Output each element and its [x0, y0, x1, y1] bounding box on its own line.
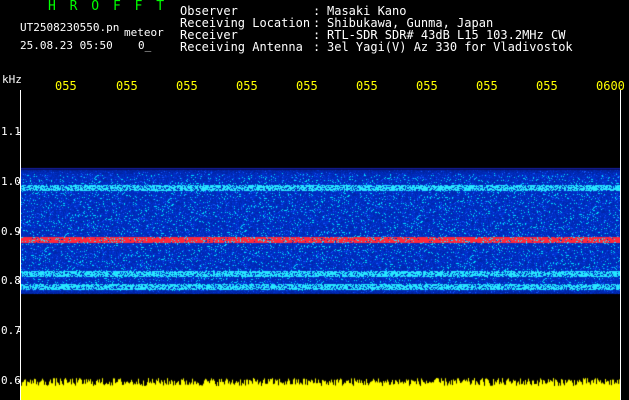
- app-title: H R O F F T: [48, 0, 168, 14]
- datetime-label: 25.08.23 05:50: [20, 39, 113, 52]
- count-label: 0_: [138, 39, 152, 52]
- info-value-antenna: 3el Yagi(V) Az 330 for Vladivostok: [327, 40, 573, 54]
- spectrogram-canvas: [20, 90, 621, 400]
- spectrogram-plot: [20, 90, 621, 400]
- y-axis-unit: kHz: [2, 73, 22, 86]
- info-sep: :: [313, 40, 321, 54]
- filename-label: UT2508230550.pn: [20, 21, 120, 34]
- info-label-antenna: Receiving Antenna: [180, 40, 303, 54]
- meteor-label: meteor: [124, 26, 164, 39]
